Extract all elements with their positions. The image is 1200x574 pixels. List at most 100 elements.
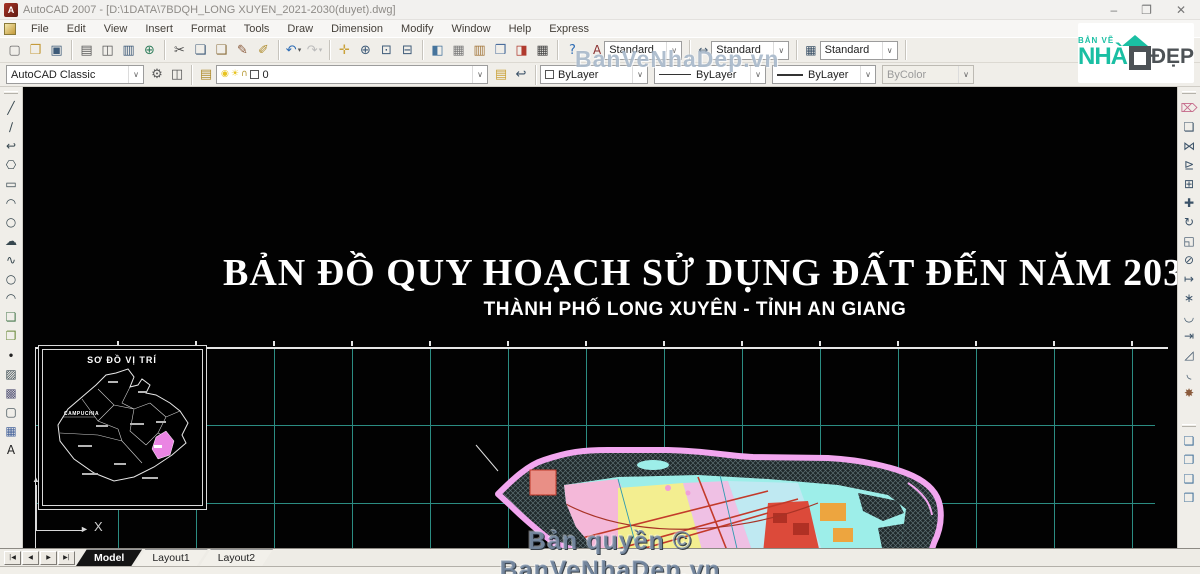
style-combo[interactable]: Standard ∨ <box>604 41 682 60</box>
minimize-button[interactable]: – <box>1110 4 1117 16</box>
menu-item-edit[interactable]: Edit <box>58 23 95 35</box>
pan-button[interactable]: ✛ <box>334 40 355 61</box>
markup-set-manager-button[interactable]: ◨ <box>511 40 532 61</box>
save-workspace-button[interactable]: ◫ <box>167 65 187 85</box>
layer-lock-icon[interactable]: ∩ <box>241 70 248 79</box>
scale-button[interactable]: ◱ <box>1179 231 1200 250</box>
send-to-back-button[interactable]: ❐ <box>1179 450 1200 469</box>
erase-button[interactable]: ⌦ <box>1179 98 1200 117</box>
next-tab-button[interactable]: ▶ <box>40 551 57 565</box>
line-button[interactable]: ╱ <box>1 98 22 117</box>
point-button[interactable]: ∙ <box>1 345 22 364</box>
tab-model[interactable]: Model <box>76 549 142 566</box>
break-at-point-button[interactable]: ∗ <box>1179 288 1200 307</box>
designcenter-button[interactable]: ▦ <box>448 40 469 61</box>
undo-button[interactable]: ↶ <box>283 40 304 61</box>
bring-above-objects-button[interactable]: ❑ <box>1179 469 1200 488</box>
maximize-button[interactable]: ❐ <box>1141 4 1152 16</box>
new-button[interactable]: ▢ <box>4 40 25 61</box>
last-tab-button[interactable]: ▶| <box>58 551 75 565</box>
first-tab-button[interactable]: |◀ <box>4 551 21 565</box>
menu-item-dimension[interactable]: Dimension <box>322 23 392 35</box>
plot-button[interactable]: ▤ <box>76 40 97 61</box>
spline-button[interactable]: ∿ <box>1 250 22 269</box>
trim-button[interactable]: ⊘ <box>1179 250 1200 269</box>
menu-item-express[interactable]: Express <box>540 23 598 35</box>
rectangle-button[interactable]: ▭ <box>1 174 22 193</box>
workspace-settings-button[interactable]: ⚙ <box>147 65 167 85</box>
cut-button[interactable]: ✂ <box>169 40 190 61</box>
menu-item-tools[interactable]: Tools <box>235 23 279 35</box>
send-under-objects-button[interactable]: ❒ <box>1179 488 1200 507</box>
arc-button[interactable]: ◠ <box>1 193 22 212</box>
revcloud-button[interactable]: ☁ <box>1 231 22 250</box>
offset-button[interactable]: ⊵ <box>1179 155 1200 174</box>
fillet-button[interactable]: ◟ <box>1179 364 1200 383</box>
drawing-canvas[interactable]: BẢN ĐỒ QUY HOẠCH SỬ DỤNG ĐẤT ĐẾN NĂM 203… <box>23 87 1177 548</box>
insert-block-button[interactable]: ❏ <box>1 307 22 326</box>
menu-item-file[interactable]: File <box>22 23 58 35</box>
style-combo[interactable]: Standard ∨ <box>820 41 898 60</box>
tab-layout1[interactable]: Layout1 <box>134 549 207 566</box>
polygon-button[interactable]: ⎔ <box>1 155 22 174</box>
properties-button[interactable]: ◧ <box>427 40 448 61</box>
make-block-button[interactable]: ❐ <box>1 326 22 345</box>
explode-button[interactable]: ✸ <box>1179 383 1200 402</box>
zoom-realtime-button[interactable]: ⊕ <box>355 40 376 61</box>
plot-preview-button[interactable]: ◫ <box>97 40 118 61</box>
save-button[interactable]: ▣ <box>46 40 67 61</box>
toolbar-grip[interactable] <box>4 91 18 94</box>
quickcalc-button[interactable]: ▦ <box>532 40 553 61</box>
tool-palettes-button[interactable]: ▥ <box>469 40 490 61</box>
ellipse-arc-button[interactable]: ◠ <box>1 288 22 307</box>
layer-previous-button[interactable]: ↩ <box>511 65 531 85</box>
move-button[interactable]: ✚ <box>1179 193 1200 212</box>
menu-item-help[interactable]: Help <box>500 23 541 35</box>
linetype-combo[interactable]: ByLayer ∨ <box>654 65 766 84</box>
rotate-button[interactable]: ↻ <box>1179 212 1200 231</box>
redo-button[interactable]: ↷ <box>304 40 325 61</box>
help-button[interactable]: ? <box>562 40 583 61</box>
block-editor-button[interactable]: ✐ <box>253 40 274 61</box>
match-properties-button[interactable]: ✎ <box>232 40 253 61</box>
gradient-button[interactable]: ▩ <box>1 383 22 402</box>
polyline-button[interactable]: ↩ <box>1 136 22 155</box>
construction-line-button[interactable]: ∕ <box>1 117 22 136</box>
color-combo[interactable]: ByLayer ∨ <box>540 65 648 84</box>
menu-item-view[interactable]: View <box>95 23 137 35</box>
circle-button[interactable]: ○ <box>1 212 22 231</box>
array-button[interactable]: ⊞ <box>1179 174 1200 193</box>
menu-item-window[interactable]: Window <box>442 23 499 35</box>
toolbar-grip[interactable] <box>1182 424 1196 427</box>
sheet-set-manager-button[interactable]: ❒ <box>490 40 511 61</box>
break-button[interactable]: ◡ <box>1179 307 1200 326</box>
layer-freeze-icon[interactable]: ☀ <box>231 70 239 79</box>
paste-button[interactable]: ❑ <box>211 40 232 61</box>
workspace-combo[interactable]: AutoCAD Classic ∨ <box>6 65 144 84</box>
copy-object-button[interactable]: ❏ <box>1179 117 1200 136</box>
table-button[interactable]: ▦ <box>1 421 22 440</box>
lineweight-combo[interactable]: ByLayer ∨ <box>772 65 876 84</box>
chamfer-button[interactable]: ◿ <box>1179 345 1200 364</box>
layer-properties-manager-button[interactable]: ▤ <box>196 65 216 85</box>
publish-web-button[interactable]: ⊕ <box>139 40 160 61</box>
extend-button[interactable]: ↦ <box>1179 269 1200 288</box>
mirror-button[interactable]: ⋈ <box>1179 136 1200 155</box>
multiline-text-button[interactable]: A <box>1 440 22 459</box>
open-button[interactable]: ❒ <box>25 40 46 61</box>
menu-item-modify[interactable]: Modify <box>392 23 442 35</box>
prev-tab-button[interactable]: ◀ <box>22 551 39 565</box>
menu-item-draw[interactable]: Draw <box>278 23 322 35</box>
bring-to-front-button[interactable]: ❏ <box>1179 431 1200 450</box>
menu-item-format[interactable]: Format <box>182 23 235 35</box>
hatch-button[interactable]: ▨ <box>1 364 22 383</box>
zoom-window-button[interactable]: ⊡ <box>376 40 397 61</box>
copy-button[interactable]: ❏ <box>190 40 211 61</box>
close-button[interactable]: ✕ <box>1176 4 1186 16</box>
toolbar-grip[interactable] <box>1182 91 1196 94</box>
tab-layout2[interactable]: Layout2 <box>200 549 273 566</box>
style-combo[interactable]: Standard ∨ <box>711 41 789 60</box>
menu-item-insert[interactable]: Insert <box>136 23 182 35</box>
join-button[interactable]: ⇥ <box>1179 326 1200 345</box>
zoom-previous-button[interactable]: ⊟ <box>397 40 418 61</box>
